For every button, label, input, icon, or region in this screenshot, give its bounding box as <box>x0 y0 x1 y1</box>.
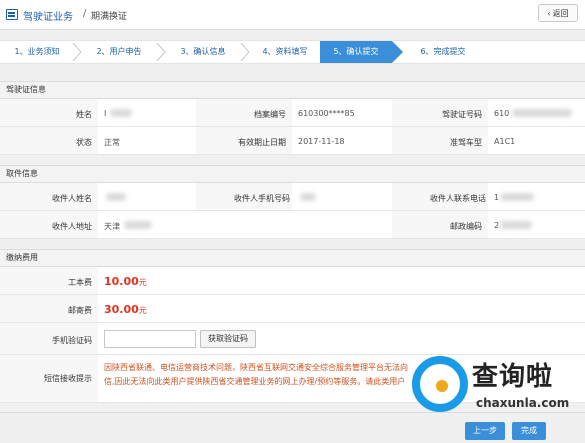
recipient-name-label: 收件人姓名 <box>52 194 92 203</box>
license-number-value: 610 <box>494 109 510 118</box>
step-4: 4、资料填写 <box>262 47 308 56</box>
watermark-title: 查询啦 <box>472 362 554 392</box>
status-value: 正常 <box>104 138 120 147</box>
top-bar: 驾驶证业务 / 期满换证 ‹ 返回 <box>0 0 585 30</box>
step-6: 6、完成提交 <box>420 47 466 56</box>
license-number-label: 驾驶证号码 <box>442 110 482 119</box>
sms-code-input[interactable] <box>104 330 196 348</box>
recipient-contact-phone-label: 收件人联系电话 <box>430 194 486 203</box>
expiry-date-label: 有效期止日期 <box>238 138 286 147</box>
redacted-mark <box>512 109 572 117</box>
delivery-section-title: 取件信息 <box>0 165 585 183</box>
redacted-mark <box>500 193 534 201</box>
cost-fee-unit: 元 <box>138 278 147 287</box>
document-list-icon <box>6 9 18 20</box>
step-divider <box>72 43 82 61</box>
step-1: 1、业务须知 <box>14 47 60 56</box>
archive-number-value: 610300****85 <box>298 109 355 118</box>
postage-fee-label: 邮寄费 <box>68 306 92 315</box>
fee-row-sms-code: 手机验证码 获取验证码 <box>0 323 585 355</box>
watermark-logo: 查询啦 chaxunla.com <box>410 352 580 418</box>
recipient-mobile-label: 收件人手机号码 <box>234 194 290 203</box>
breadcrumb-current: 期满换证 <box>91 12 128 22</box>
fee-row-cost: 工本费 10.00元 <box>0 267 585 295</box>
fee-row-postage: 邮寄费 30.00元 <box>0 295 585 323</box>
redacted-mark <box>500 221 532 229</box>
step-divider <box>156 43 166 61</box>
cost-fee-label: 工本费 <box>68 278 92 287</box>
redacted-mark <box>110 109 132 117</box>
vehicle-class-value: A1C1 <box>494 137 516 146</box>
back-button-label: 返回 <box>552 8 569 18</box>
watermark-domain: chaxunla.com <box>476 396 570 410</box>
delivery-row-2: 收件人地址 天津 邮政编码 2 <box>0 211 585 239</box>
name-label: 姓名 <box>76 110 92 119</box>
magnifier-icon <box>412 356 468 412</box>
redacted-mark <box>106 193 126 201</box>
delivery-row-1: 收件人姓名 收件人手机号码 收件人联系电话 1 <box>0 183 585 211</box>
get-code-button[interactable]: 获取验证码 <box>200 330 256 348</box>
redacted-mark <box>300 193 316 201</box>
recipient-address-label: 收件人地址 <box>52 222 92 231</box>
postage-fee-amount: 30.00元 <box>104 303 147 316</box>
step-2: 2、用户申告 <box>96 47 142 56</box>
postage-fee-unit: 元 <box>138 306 147 315</box>
postcode-value: 2 <box>494 221 500 230</box>
progress-steps: 1、业务须知 2、用户申告 3、确认信息 4、资料填写 5、确认提交 6、完成提… <box>0 40 585 64</box>
breadcrumb-separator: / <box>83 8 87 19</box>
postage-fee-value: 30.00 <box>104 303 139 316</box>
cost-fee-value: 10.00 <box>104 275 139 288</box>
previous-step-button[interactable]: 上一步 <box>465 422 505 440</box>
breadcrumb-main[interactable]: 驾驶证业务 <box>23 8 73 23</box>
redacted-mark <box>124 221 152 229</box>
expiry-date-value: 2017-11-18 <box>298 137 345 146</box>
sms-notice-label: 短信接收提示 <box>44 374 92 383</box>
license-row-2: 状态 正常 有效期止日期 2017-11-18 准驾车型 A1C1 <box>0 127 585 155</box>
postcode-label: 邮政编码 <box>450 222 482 231</box>
sms-code-label: 手机验证码 <box>52 336 92 345</box>
step-3: 3、确认信息 <box>180 47 226 56</box>
recipient-address-value: 天津 <box>104 222 120 231</box>
status-label: 状态 <box>76 138 92 147</box>
name-value: I <box>104 109 107 118</box>
archive-number-label: 档案编号 <box>254 110 286 119</box>
step-5-active: 5、确认提交 <box>320 41 403 63</box>
license-row-1: 姓名 I 档案编号 610300****85 驾驶证号码 610 <box>0 99 585 127</box>
recipient-contact-phone-value: 1 <box>494 193 500 202</box>
vehicle-class-label: 准驾车型 <box>450 138 482 147</box>
chevron-left-icon: ‹ <box>547 8 551 18</box>
license-section-title: 驾驶证信息 <box>0 81 585 99</box>
finish-button[interactable]: 完成 <box>512 422 546 440</box>
cost-fee-amount: 10.00元 <box>104 275 147 288</box>
back-button[interactable]: ‹ 返回 <box>538 4 578 22</box>
fee-section-title: 缴纳费用 <box>0 249 585 267</box>
step-divider <box>240 43 250 61</box>
